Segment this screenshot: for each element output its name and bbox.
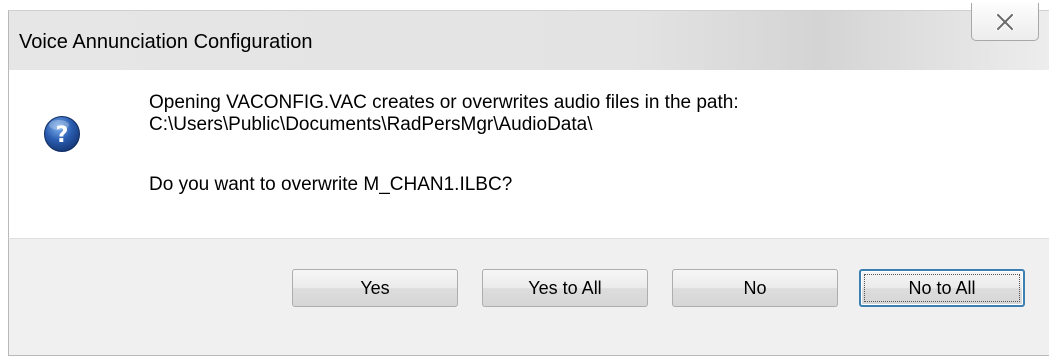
window-title: Voice Annunciation Configuration [19, 31, 313, 53]
no-to-all-label: No to All [908, 277, 976, 298]
yes-to-all-button[interactable]: Yes to All [482, 269, 648, 307]
title-bar[interactable]: Voice Annunciation Configuration [8, 3, 1049, 70]
message-path: C:\Users\Public\Documents\RadPersMgr\Aud… [149, 114, 593, 135]
close-icon [996, 13, 1014, 30]
dialog-window: Voice Annunciation Configuration ? Openi… [8, 3, 1057, 356]
close-button[interactable] [971, 3, 1039, 41]
question-icon: ? [44, 116, 80, 152]
message-area: ? Opening VACONFIG.VAC creates or overwr… [8, 70, 1049, 239]
svg-text:?: ? [56, 123, 69, 148]
no-button[interactable]: No [672, 269, 838, 307]
no-to-all-button[interactable]: No to All [859, 269, 1025, 307]
yes-button[interactable]: Yes [292, 269, 458, 307]
message-question: Do you want to overwrite M_CHAN1.ILBC? [149, 174, 513, 195]
message-line-1: Opening VACONFIG.VAC creates or overwrit… [149, 92, 739, 113]
button-bar: Yes Yes to All No No to All [8, 239, 1049, 356]
